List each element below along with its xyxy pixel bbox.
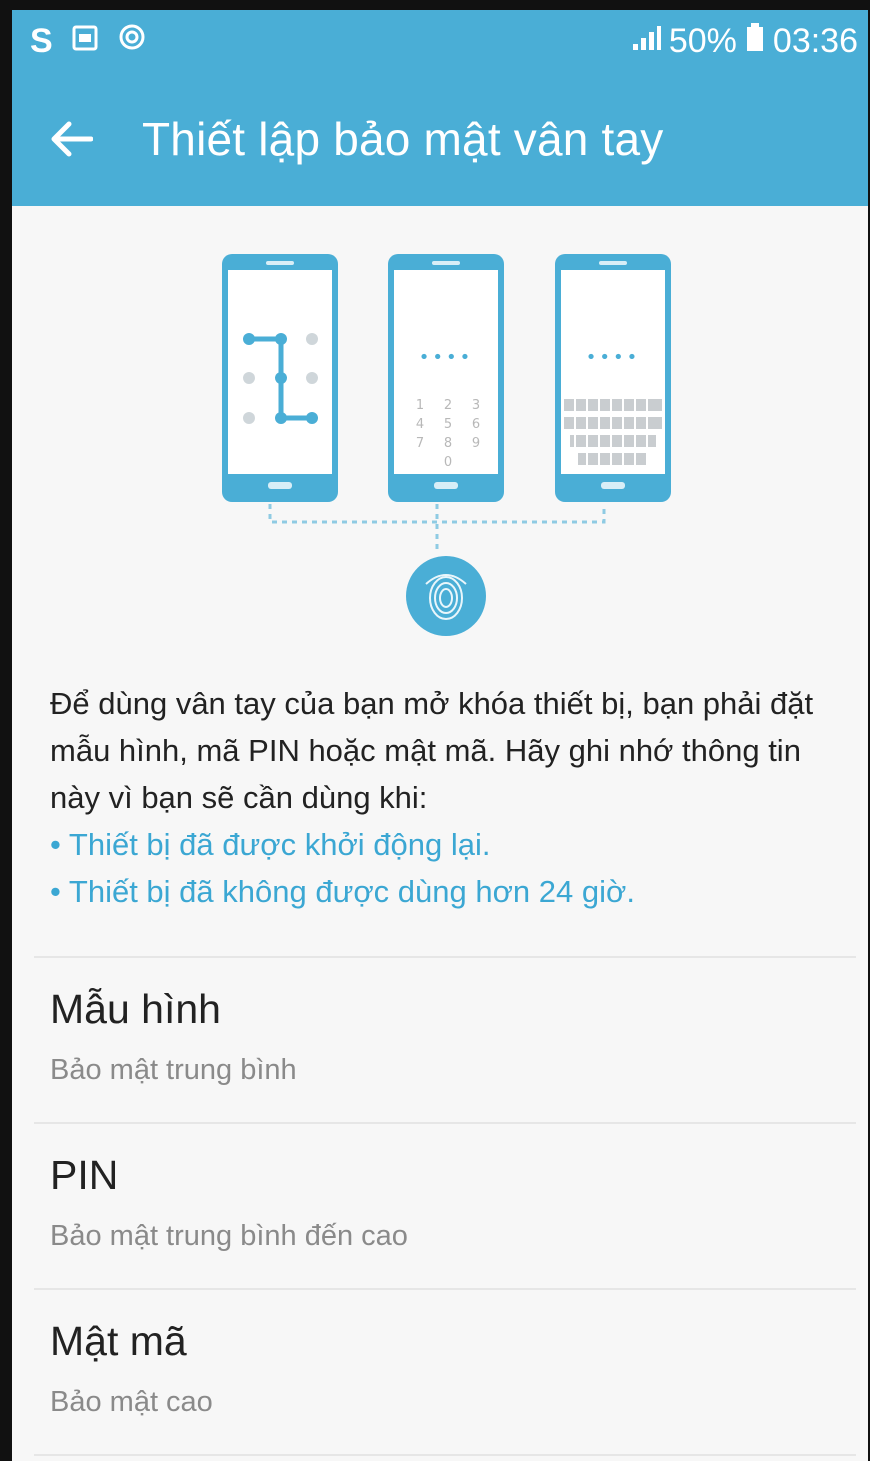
pin-key: 6 xyxy=(472,417,480,432)
screen: S 50% 03:36 Thiết lập bảo mật vân tay ••… xyxy=(0,0,870,1461)
status-left-icons: S xyxy=(30,22,147,61)
lock-methods-illustration: •••• 1 2 3 4 5 6 7 8 9 0 •••• xyxy=(12,206,868,656)
app-bar: Thiết lập bảo mật vân tay xyxy=(12,72,868,206)
option-title: Mật mã xyxy=(50,1318,187,1364)
gallery-icon xyxy=(71,22,99,61)
intro-paragraph: Để dùng vân tay của bạn mở khóa thiết bị… xyxy=(50,686,814,815)
back-button[interactable] xyxy=(46,114,96,164)
option-subtitle: Bảo mật cao xyxy=(50,1386,213,1418)
pin-key: 9 xyxy=(472,436,480,451)
option-password[interactable]: Mật mã Bảo mật cao xyxy=(34,1290,856,1454)
fingerprint-icon xyxy=(406,556,486,636)
option-pattern[interactable]: Mẫu hình Bảo mật trung bình xyxy=(34,958,856,1122)
signal-icon xyxy=(631,22,661,61)
pin-key: 7 xyxy=(416,436,424,451)
pin-key: 2 xyxy=(444,398,452,413)
phone-pattern xyxy=(222,254,338,502)
clock: 03:36 xyxy=(772,21,858,60)
phone-pin: •••• 1 2 3 4 5 6 7 8 9 0 xyxy=(388,254,504,502)
battery-percent: 50% xyxy=(668,21,737,60)
pin-key: 1 xyxy=(416,398,424,413)
option-subtitle: Bảo mật trung bình đến cao xyxy=(50,1220,408,1252)
battery-icon xyxy=(745,22,765,61)
pin-key: 5 xyxy=(444,417,452,432)
s-icon: S xyxy=(30,21,53,60)
status-right: 50% 03:36 xyxy=(631,22,858,61)
option-pin[interactable]: PIN Bảo mật trung bình đến cao xyxy=(34,1124,856,1288)
status-bar: S 50% 03:36 xyxy=(12,10,868,72)
pin-mask: •••• xyxy=(419,347,473,368)
option-subtitle: Bảo mật trung bình xyxy=(50,1054,297,1086)
pin-key: 8 xyxy=(444,436,452,451)
intro-text: Để dùng vân tay của bạn mở khóa thiết bị… xyxy=(50,680,850,915)
option-title: Mẫu hình xyxy=(50,986,221,1032)
bullet-restart: • Thiết bị đã được khởi động lại. xyxy=(50,827,491,862)
divider xyxy=(34,1454,856,1456)
password-mask: •••• xyxy=(586,347,640,368)
option-title: PIN xyxy=(50,1152,119,1198)
bullet-24h: • Thiết bị đã không được dùng hơn 24 giờ… xyxy=(50,874,635,909)
back-arrow-icon xyxy=(51,121,93,157)
phone-password: •••• xyxy=(555,254,671,502)
page-title: Thiết lập bảo mật vân tay xyxy=(142,113,664,165)
pin-key: 0 xyxy=(444,455,452,470)
sync-icon xyxy=(117,22,147,61)
illustration-svg: •••• 1 2 3 4 5 6 7 8 9 0 •••• xyxy=(222,254,671,636)
pin-key: 4 xyxy=(416,417,424,432)
pin-key: 3 xyxy=(472,398,480,413)
